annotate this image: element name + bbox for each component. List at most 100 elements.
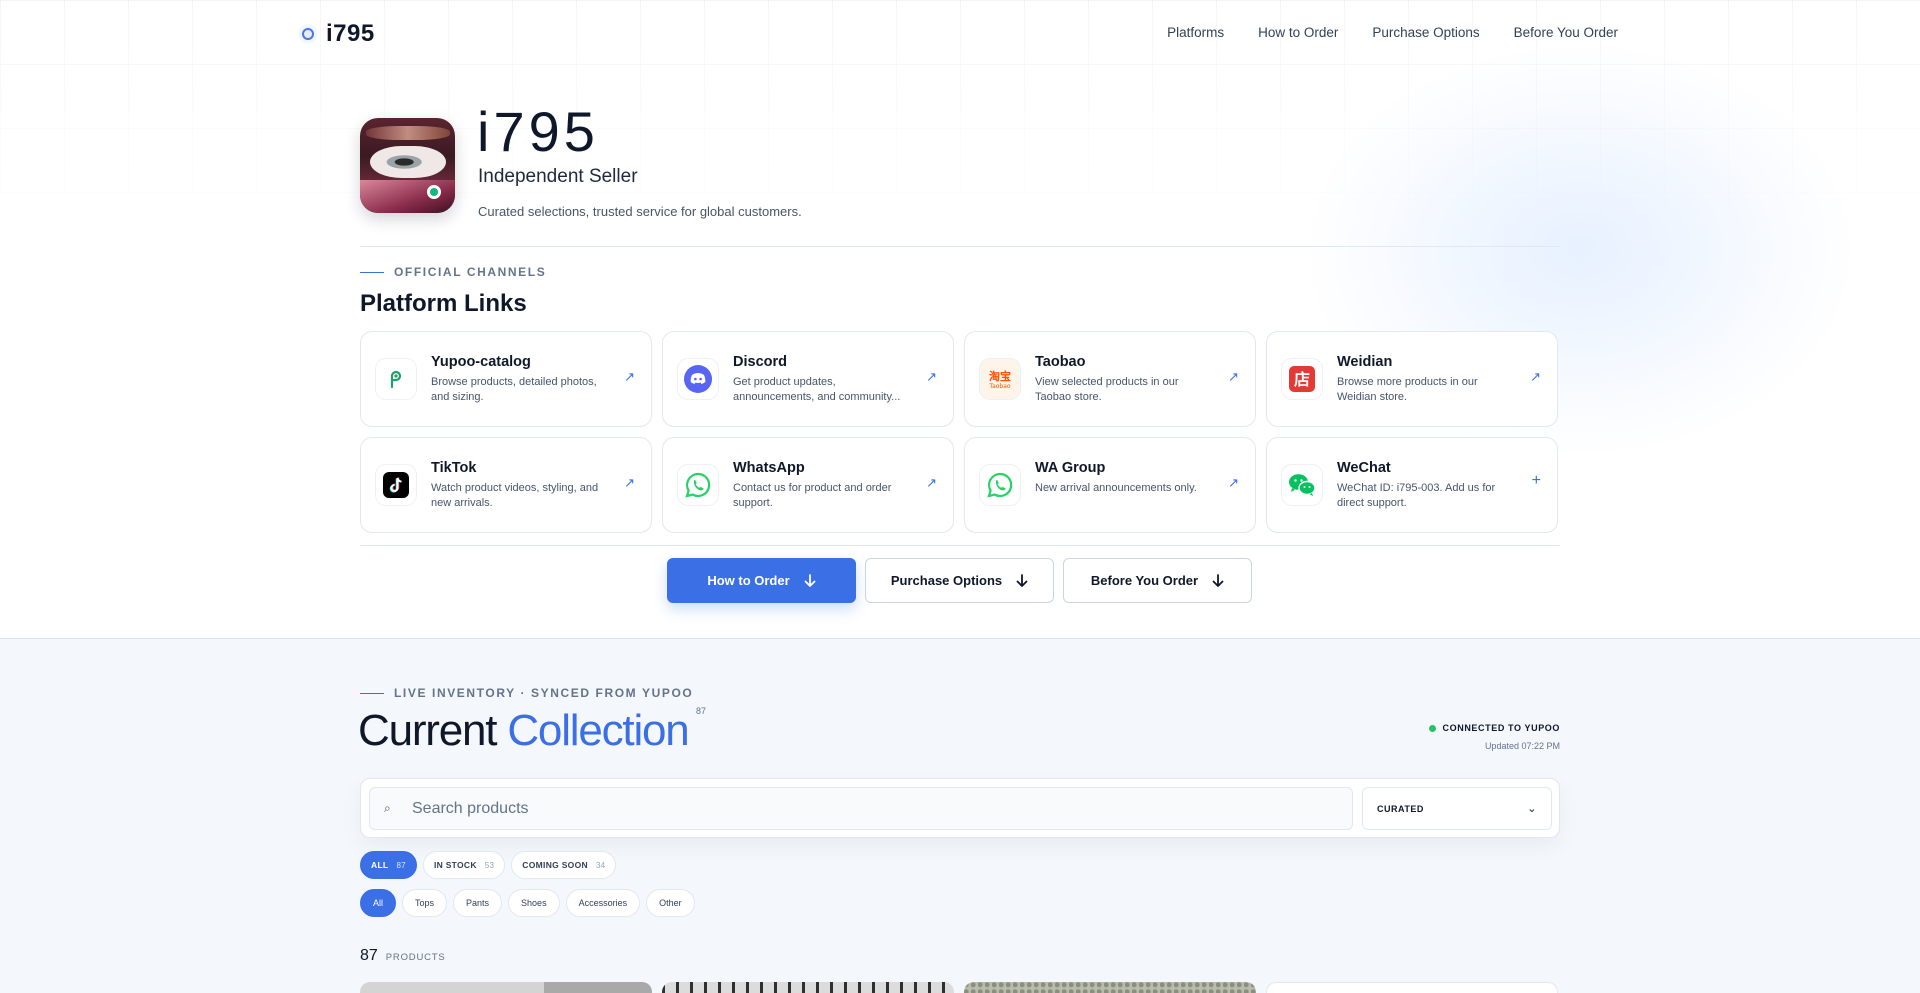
chip-label: ALL — [371, 860, 389, 870]
nav-link-platforms[interactable]: Platforms — [1167, 25, 1224, 40]
platform-card-whatsapp[interactable]: WhatsApp Contact us for product and orde… — [662, 437, 954, 533]
brand-name: i795 — [326, 20, 375, 47]
product-thumbnail[interactable] — [360, 982, 652, 993]
external-link-icon: ↗ — [1228, 369, 1239, 384]
platform-description: Get product updates, announcements, and … — [733, 376, 901, 403]
platform-description: View selected products in our Taobao sto… — [1035, 376, 1179, 403]
category-accessories[interactable]: Accessories — [565, 889, 641, 917]
chip-label: IN STOCK — [433, 860, 477, 870]
nav-link-how-to-order[interactable]: How to Order — [1258, 25, 1338, 40]
button-label: Before You Order — [1090, 573, 1199, 588]
svg-text:淘宝: 淘宝 — [989, 369, 1011, 383]
chip-count: 87 — [396, 860, 406, 870]
top-nav: i795 Platforms How to Order Purchase Opt… — [0, 0, 1920, 68]
purchase-options-button[interactable]: Purchase Options — [865, 558, 1054, 603]
title-plain: Current — [358, 706, 498, 755]
button-label: How to Order — [707, 573, 790, 588]
stock-filter-chips: ALL 87 IN STOCK 53 COMING SOON 34 — [360, 851, 617, 879]
product-thumbnail[interactable] — [964, 982, 1256, 993]
tiktok-icon — [375, 464, 417, 506]
platform-description: Browse products, detailed photos, and si… — [431, 376, 597, 403]
collection-eyebrow: LIVE INVENTORY · SYNCED FROM YUPOO — [360, 686, 693, 700]
external-link-icon: ↗ — [926, 369, 937, 384]
svg-text:Taobao: Taobao — [988, 383, 1011, 390]
platform-card-wa-group[interactable]: WA Group New arrival announcements only.… — [964, 437, 1256, 533]
category-tops[interactable]: Tops — [402, 889, 448, 917]
platform-card-tiktok[interactable]: TikTok Watch product videos, styling, an… — [360, 437, 652, 533]
chip-count: 34 — [595, 860, 606, 870]
search-icon: ⌕ — [384, 801, 391, 815]
eyebrow-label: LIVE INVENTORY · SYNCED FROM YUPOO — [394, 686, 694, 700]
collection-title: Current Collection — [358, 706, 690, 756]
nav-link-purchase-options[interactable]: Purchase Options — [1372, 25, 1479, 40]
hero-title: i795 — [477, 100, 599, 163]
category-chips: All Tops Pants Shoes Accessories Other — [360, 889, 695, 917]
brand-logo[interactable]: i795 — [298, 20, 375, 48]
whatsapp-icon — [677, 464, 719, 506]
whatsapp-group-icon — [979, 464, 1021, 506]
hero-background — [0, 0, 1920, 639]
platform-description: Watch product videos, styling, and new a… — [431, 482, 599, 509]
product-count: 87 PRODUCTS — [360, 947, 446, 965]
external-link-icon: ↗ — [1228, 475, 1239, 490]
product-grid — [360, 982, 1558, 993]
product-thumbnail[interactable] — [1266, 982, 1558, 993]
arrow-down-icon — [1016, 574, 1028, 587]
product-count-label: PRODUCTS — [385, 952, 446, 963]
seller-avatar — [360, 118, 455, 213]
platform-name: Taobao — [1035, 354, 1086, 370]
status-label: CONNECTED TO YUPOO — [1442, 723, 1560, 733]
platform-name: WeChat — [1337, 460, 1391, 476]
platform-card-yupoo[interactable]: Yupoo-catalog Browse products, detailed … — [360, 331, 652, 427]
platform-card-weidian[interactable]: 店 Weidian Browse more products in our We… — [1266, 331, 1558, 427]
filter-chip-coming-soon[interactable]: COMING SOON 34 — [511, 851, 617, 879]
weidian-icon: 店 — [1281, 358, 1323, 400]
product-thumbnail[interactable] — [662, 982, 954, 993]
sort-select[interactable]: CURATED ⌄ — [1362, 787, 1552, 830]
nav-links: Platforms How to Order Purchase Options … — [1167, 25, 1618, 40]
hero-subtitle: Independent Seller — [478, 166, 638, 187]
search-box: ⌕ — [369, 787, 1353, 830]
external-link-icon: ↗ — [1530, 369, 1541, 384]
external-link-icon: ↗ — [926, 475, 937, 490]
status-dot — [1428, 724, 1436, 732]
svg-text:店: 店 — [1294, 370, 1310, 389]
platforms-eyebrow: OFFICIAL CHANNELS — [360, 265, 546, 279]
filter-chip-in-stock[interactable]: IN STOCK 53 — [422, 851, 506, 879]
platform-card-taobao[interactable]: 淘宝 Taobao Taobao View selected products i… — [964, 331, 1256, 427]
platform-card-wechat[interactable]: WeChat WeChat ID: i795-003. Add us for d… — [1266, 437, 1558, 533]
platform-name: WhatsApp — [733, 460, 805, 476]
sort-value: CURATED — [1377, 803, 1424, 814]
taobao-icon: 淘宝 Taobao — [979, 358, 1021, 400]
search-input[interactable] — [412, 799, 1312, 818]
plus-icon: + — [1531, 472, 1541, 489]
how-to-order-button[interactable]: How to Order — [667, 558, 856, 603]
discord-icon — [677, 358, 719, 400]
arrow-down-icon — [1212, 574, 1224, 587]
divider — [360, 246, 1560, 247]
divider — [360, 545, 1560, 546]
platform-name: Yupoo-catalog — [431, 354, 531, 370]
platform-name: WA Group — [1035, 460, 1106, 476]
filter-chip-all[interactable]: ALL 87 — [360, 851, 417, 879]
category-other[interactable]: Other — [646, 889, 695, 917]
brand-circle-icon — [298, 24, 318, 44]
platform-name: TikTok — [431, 460, 477, 476]
category-shoes[interactable]: Shoes — [508, 889, 560, 917]
category-all[interactable]: All — [360, 889, 397, 917]
nav-link-before-you-order[interactable]: Before You Order — [1514, 25, 1618, 40]
hero-description: Curated selections, trusted service for … — [478, 204, 802, 219]
platform-description: Browse more products in our Weidian stor… — [1337, 376, 1478, 403]
title-accent: Collection — [507, 706, 689, 755]
search-panel: ⌕ CURATED ⌄ — [360, 778, 1560, 838]
platform-card-discord[interactable]: Discord Get product updates, announcemen… — [662, 331, 954, 427]
updated-timestamp: Updated 07:22 PM — [1484, 741, 1560, 751]
platform-grid: Yupoo-catalog Browse products, detailed … — [360, 331, 1560, 533]
external-link-icon: ↗ — [624, 475, 635, 490]
platform-description: New arrival announcements only. — [1035, 482, 1197, 494]
category-pants[interactable]: Pants — [453, 889, 503, 917]
before-you-order-button[interactable]: Before You Order — [1063, 558, 1252, 603]
platform-name: Weidian — [1337, 354, 1393, 370]
platform-name: Discord — [733, 354, 787, 370]
order-actions: How to Order Purchase Options Before You… — [667, 558, 1252, 603]
